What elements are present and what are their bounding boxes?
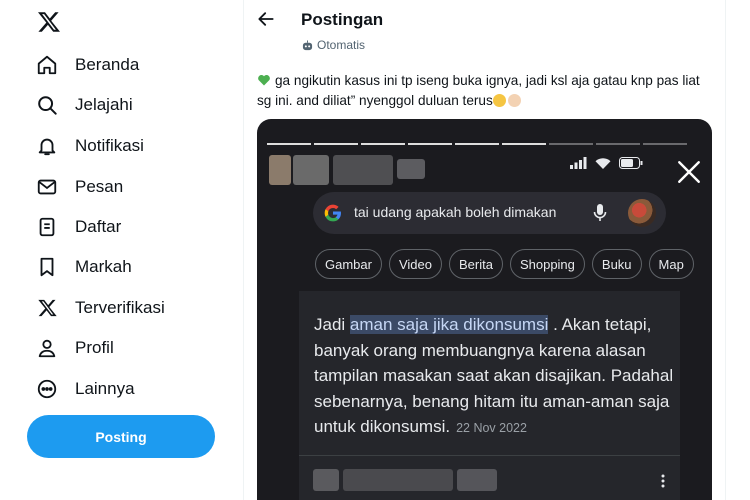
google-search-bar[interactable]: tai udang apakah boleh dimakan bbox=[313, 192, 666, 234]
chip-gambar[interactable]: Gambar bbox=[315, 249, 382, 279]
bookmark-icon bbox=[36, 256, 58, 278]
automated-text: Otomatis bbox=[317, 38, 366, 52]
sidebar-item-label: Pesan bbox=[75, 177, 124, 196]
sidebar-item-markah[interactable]: Markah bbox=[36, 252, 132, 282]
close-icon[interactable] bbox=[676, 159, 702, 185]
page-title: Postingan bbox=[301, 10, 384, 29]
x-logo-icon[interactable] bbox=[36, 10, 62, 34]
story-progress bbox=[267, 143, 687, 146]
avatar[interactable] bbox=[628, 199, 656, 227]
blurred-username bbox=[293, 155, 329, 185]
blurred-avatar bbox=[269, 155, 291, 185]
more-circle-icon bbox=[36, 378, 58, 400]
snippet-text: Jadi aman saja jika dikonsumsi . Akan te… bbox=[314, 312, 674, 442]
sidebar-item-label: Lainnya bbox=[75, 379, 135, 398]
bot-icon bbox=[302, 39, 313, 50]
phone-status-bar bbox=[570, 157, 643, 169]
tweet-text: ga ngikutin kasus ini tp iseng buka igny… bbox=[257, 71, 712, 111]
blurred-source bbox=[343, 469, 453, 491]
snippet-prefix: Jadi bbox=[314, 315, 350, 334]
snippet-highlight: aman saja jika dikonsumsi bbox=[349, 315, 549, 334]
mail-icon bbox=[36, 176, 58, 198]
green-heart-icon bbox=[258, 75, 270, 86]
search-icon bbox=[36, 94, 58, 116]
blurred-source bbox=[313, 469, 339, 491]
sidebar-item-beranda[interactable]: Beranda bbox=[36, 50, 139, 80]
fist-icon bbox=[507, 94, 521, 107]
automated-label: Otomatis bbox=[302, 38, 365, 52]
sidebar-item-notifikasi[interactable]: Notifikasi bbox=[36, 131, 144, 161]
home-icon bbox=[36, 54, 58, 76]
list-icon bbox=[36, 216, 58, 238]
sidebar-item-label: Terverifikasi bbox=[75, 298, 165, 317]
search-query: tai udang apakah boleh dimakan bbox=[354, 204, 557, 220]
blurred-username bbox=[333, 155, 393, 185]
chip-buku[interactable]: Buku bbox=[591, 249, 642, 279]
sidebar-item-label: Notifikasi bbox=[75, 136, 144, 155]
blurred-source bbox=[457, 469, 497, 491]
post-button[interactable]: Posting bbox=[27, 415, 215, 458]
microphone-icon[interactable] bbox=[592, 203, 608, 223]
divider bbox=[299, 455, 680, 456]
sidebar-item-daftar[interactable]: Daftar bbox=[36, 212, 121, 242]
google-logo-icon bbox=[324, 204, 341, 222]
sidebar-item-label: Markah bbox=[75, 257, 132, 276]
sidebar: Beranda Jelajahi Notifikasi Pesan Daftar… bbox=[0, 0, 243, 500]
chip-map[interactable]: Map bbox=[648, 249, 694, 279]
bell-icon bbox=[36, 135, 58, 157]
wifi-icon bbox=[595, 158, 611, 169]
person-icon bbox=[36, 337, 58, 359]
sidebar-item-label: Daftar bbox=[75, 217, 122, 236]
chip-shopping[interactable]: Shopping bbox=[509, 249, 585, 279]
sidebar-item-pesan[interactable]: Pesan bbox=[36, 172, 123, 202]
post-image[interactable]: tai udang apakah boleh dimakan Gambar Vi… bbox=[257, 119, 712, 500]
x-logo-icon bbox=[36, 297, 58, 319]
sidebar-item-label: Jelajahi bbox=[75, 95, 133, 114]
sidebar-item-jelajahi[interactable]: Jelajahi bbox=[36, 90, 133, 120]
chip-berita[interactable]: Berita bbox=[448, 249, 503, 279]
sidebar-item-terverifikasi[interactable]: Terverifikasi bbox=[36, 293, 165, 323]
sidebar-item-label: Beranda bbox=[75, 55, 140, 74]
sidebar-item-label: Profil bbox=[75, 338, 114, 357]
search-filter-chips: Gambar Video Berita Shopping Buku Map bbox=[315, 249, 694, 279]
blurred-username bbox=[397, 159, 425, 179]
chip-video[interactable]: Video bbox=[388, 249, 442, 279]
sidebar-item-lainnya[interactable]: Lainnya bbox=[36, 374, 135, 404]
signal-icon bbox=[570, 157, 587, 169]
column-divider bbox=[725, 0, 726, 500]
sidebar-item-profil[interactable]: Profil bbox=[36, 333, 114, 363]
more-vertical-icon[interactable] bbox=[661, 474, 665, 488]
battery-icon bbox=[619, 157, 643, 169]
column-divider bbox=[243, 0, 244, 500]
tweet-body: ga ngikutin kasus ini tp iseng buka igny… bbox=[257, 73, 700, 108]
crying-face-icon bbox=[492, 94, 506, 107]
back-arrow-icon[interactable] bbox=[256, 9, 276, 29]
snippet-date: 22 Nov 2022 bbox=[456, 421, 527, 435]
featured-snippet: Jadi aman saja jika dikonsumsi . Akan te… bbox=[299, 291, 680, 500]
